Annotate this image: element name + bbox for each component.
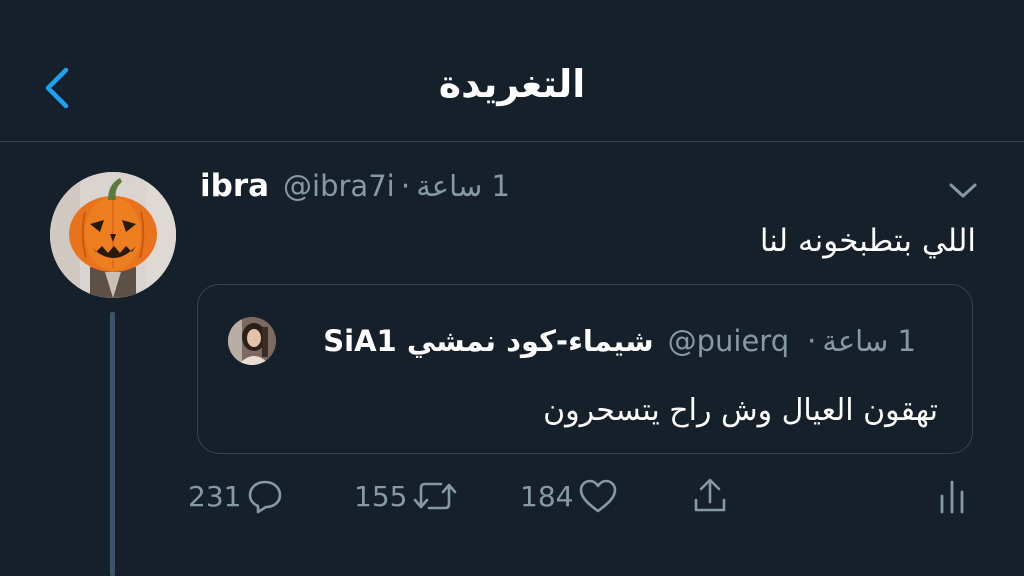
tweet-timestamp: 1 ساعة [416,169,510,203]
tweet-text: اللي بتطبخونه لنا [759,223,976,259]
like-count: 184 [520,479,574,513]
tweet-detail-screen: التغريدة ibra @ibra7i · 1 ساعة اللي بتطب… [0,0,1024,576]
like-button[interactable]: 184 [520,472,619,520]
reply-count: 231 [188,479,242,513]
heart-icon [580,479,617,513]
reply-bubble-icon [249,480,282,514]
tweet-options-button[interactable] [944,178,982,204]
quoted-tweet-text: تهقون العيال وش راح يتسحرون [543,393,938,428]
analytics-button[interactable] [934,472,970,520]
thread-connector-line [110,312,115,576]
tweet-action-bar: 231 155 184 [188,472,978,520]
quoted-author-avatar [228,317,276,365]
quoted-tweet-header: 1 ساعة · @puierq شيماء-كود نمشي SiA1 [323,321,916,361]
share-icon [694,478,726,512]
quoted-tweet[interactable]: 1 ساعة · @puierq شيماء-كود نمشي SiA1 تهق… [197,284,973,454]
separator-dot: · [807,324,817,358]
avatar[interactable] [50,172,176,298]
quoted-timestamp: 1 ساعة [822,324,916,358]
retweet-button[interactable]: 155 [354,472,459,520]
quoted-author-handle: @puierq [667,324,790,358]
chevron-down-icon [949,183,977,198]
page-title: التغريدة [438,62,586,106]
retweet-icon [414,482,457,510]
author-handle[interactable]: @ibra7i [283,169,395,203]
share-button[interactable] [688,472,732,520]
pumpkin-avatar-image [50,172,176,298]
woman-avatar-image [228,317,276,365]
analytics-icon [940,480,964,514]
reply-button[interactable]: 231 [188,472,285,520]
tweet-header: ibra @ibra7i · 1 ساعة [200,168,510,212]
quoted-author-name: شيماء-كود نمشي SiA1 [323,324,654,358]
top-bar: التغريدة [0,0,1024,142]
retweet-count: 155 [354,479,408,513]
separator-dot: · [400,169,411,204]
author-name[interactable]: ibra [200,168,269,204]
